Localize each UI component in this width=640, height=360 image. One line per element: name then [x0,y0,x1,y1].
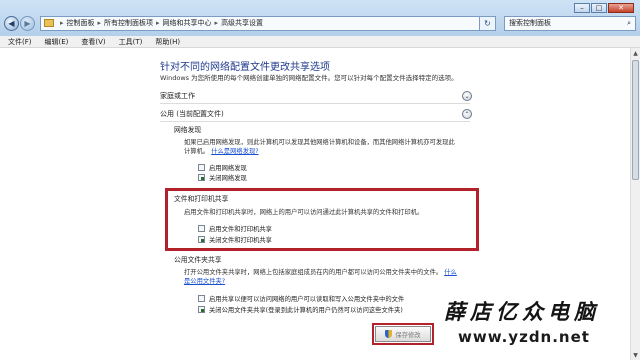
profile-label: 公用 (当前配置文件) [160,110,224,118]
address-bar[interactable]: ▸ 控制面板 ▸ 所有控制面板项 ▸ 网络和共享中心 ▸ 高级共享设置 [40,15,480,31]
chevron-right-icon: ▸ [60,19,64,27]
divider [160,103,470,104]
minimize-button[interactable]: – [574,3,590,13]
chevron-right-icon: ▸ [214,19,219,27]
section-title-public-folder-sharing: 公用文件夹共享 [174,256,222,264]
radio-button[interactable] [198,236,205,243]
save-changes-button[interactable]: 保存修改 [372,323,434,345]
option-label: 启用网络发现 [209,165,247,172]
option-label: 关闭文件和打印机共享 [209,237,272,244]
breadcrumb-advanced-sharing[interactable]: 高级共享设置 [221,18,263,28]
file-printer-sharing-text: 启用文件和打印机共享时，网络上的用户可以访问通过此计算机共享的文件和打印机。 [184,209,424,216]
forward-button[interactable]: ▶ [20,15,35,31]
option-label: 启用共享以便可以访问网络的用户可以读取和写入公用文件夹中的文件 [209,296,405,303]
text-main: 打开公用文件夹共享时，网络上包括家庭组成员在内的用户都可以访问公用文件夹中的文件… [184,269,443,276]
save-button-label: 保存修改 [395,331,421,339]
option-disable-file-printer-sharing[interactable]: 关闭文件和打印机共享 [198,235,272,244]
control-panel-icon [44,19,54,27]
profile-home-work[interactable]: 家庭或工作 ⌄ [160,90,472,102]
text-line: 打开公用文件夹共享时，网络上包括家庭组成员在内的用户都可以访问公用文件夹中的文件… [184,268,474,277]
vertical-scrollbar[interactable]: ▲ ▼ [630,48,640,360]
menu-bar: 文件(F) 编辑(E) 查看(V) 工具(T) 帮助(H) [0,36,640,48]
radio-button[interactable] [198,174,205,181]
profile-public[interactable]: 公用 (当前配置文件) ⌃ [160,108,472,120]
radio-button[interactable] [198,306,205,313]
public-folder-sharing-text: 打开公用文件夹共享时，网络上包括家庭组成员在内的用户都可以访问公用文件夹中的文件… [184,268,474,286]
text-line: 是公用文件夹? [184,277,474,286]
chevron-up-icon[interactable]: ⌃ [462,109,472,119]
menu-help[interactable]: 帮助(H) [155,37,180,47]
divider [160,121,470,122]
arrow-left-icon: ◀ [8,18,15,28]
search-input[interactable]: 搜索控制面板 ⌕ [504,15,636,31]
menu-tools[interactable]: 工具(T) [119,37,143,47]
help-link-public-folder-part2[interactable]: 是公用文件夹? [184,278,225,285]
breadcrumb-all-items[interactable]: 所有控制面板项 [104,18,153,28]
page-title: 针对不同的网络配置文件更改共享选项 [160,62,330,73]
network-discovery-text: 如果已启用网络发现，则此计算机可以发现其他网络计算机和设备，而其他网络计算机亦可… [184,138,474,156]
window-titlebar: – □ ✕ ◀ ▶ ▸ 控制面板 ▸ 所有控制面板项 ▸ 网络和共享中心 ▸ 高… [0,0,640,36]
option-label: 关闭网络发现 [209,175,247,182]
search-icon: ⌕ [627,18,631,27]
watermark-name: 薛店亿众电脑 [444,299,600,324]
radio-button[interactable] [198,295,205,302]
option-enable-public-folder-sharing[interactable]: 启用共享以便可以访问网络的用户可以读取和写入公用文件夹中的文件 [198,294,404,303]
breadcrumb-network-center[interactable]: 网络和共享中心 [163,18,212,28]
search-placeholder: 搜索控制面板 [509,19,551,27]
option-label: 关闭公用文件夹共享(登录到此计算机的用户仍然可以访问这些文件夹) [209,307,403,314]
scroll-thumb[interactable] [632,60,639,180]
watermark-url: www.yzdn.net [458,328,590,346]
option-disable-network-discovery[interactable]: 关闭网络发现 [198,173,247,182]
window-controls: – □ ✕ [573,3,634,13]
text-line: 如果已启用网络发现，则此计算机可以发现其他网络计算机和设备，而其他网络计算机亦可… [184,139,455,146]
text-line: 计算机。 什么是网络发现? [184,147,474,156]
chevron-right-icon: ▸ [156,19,160,27]
refresh-button[interactable]: ↻ [480,15,496,31]
breadcrumb-control-panel[interactable]: 控制面板 [67,18,95,28]
option-enable-file-printer-sharing[interactable]: 启用文件和打印机共享 [198,224,272,233]
option-label: 启用文件和打印机共享 [209,226,272,233]
chevron-down-icon[interactable]: ⌄ [462,91,472,101]
radio-button[interactable] [198,225,205,232]
back-button[interactable]: ◀ [4,15,19,31]
maximize-button[interactable]: □ [591,3,607,13]
menu-view[interactable]: 查看(V) [81,37,105,47]
section-title-file-printer-sharing: 文件和打印机共享 [174,195,229,203]
scroll-down-icon[interactable]: ▼ [631,350,640,360]
option-enable-network-discovery[interactable]: 启用网络发现 [198,163,247,172]
menu-edit[interactable]: 编辑(E) [45,37,69,47]
option-disable-public-folder-sharing[interactable]: 关闭公用文件夹共享(登录到此计算机的用户仍然可以访问这些文件夹) [198,305,403,314]
help-link-network-discovery[interactable]: 什么是网络发现? [211,148,258,155]
help-link-public-folder-part1[interactable]: 什么 [444,269,457,276]
chevron-right-icon: ▸ [97,19,102,27]
page-description: Windows 为您所使用的每个网络创建单独的网络配置文件。您可以针对每个配置文… [160,74,458,82]
arrow-right-icon: ▶ [24,18,31,28]
section-title-network-discovery: 网络发现 [174,126,202,134]
profile-label: 家庭或工作 [160,92,195,100]
text-prefix: 计算机。 [184,148,210,155]
refresh-icon: ↻ [484,18,491,28]
scroll-up-icon[interactable]: ▲ [631,48,640,58]
shield-icon [385,330,393,338]
close-button[interactable]: ✕ [608,3,634,13]
radio-button[interactable] [198,164,205,171]
menu-file[interactable]: 文件(F) [8,37,32,47]
navigation-row: ◀ ▶ ▸ 控制面板 ▸ 所有控制面板项 ▸ 网络和共享中心 ▸ 高级共享设置 … [4,14,636,32]
